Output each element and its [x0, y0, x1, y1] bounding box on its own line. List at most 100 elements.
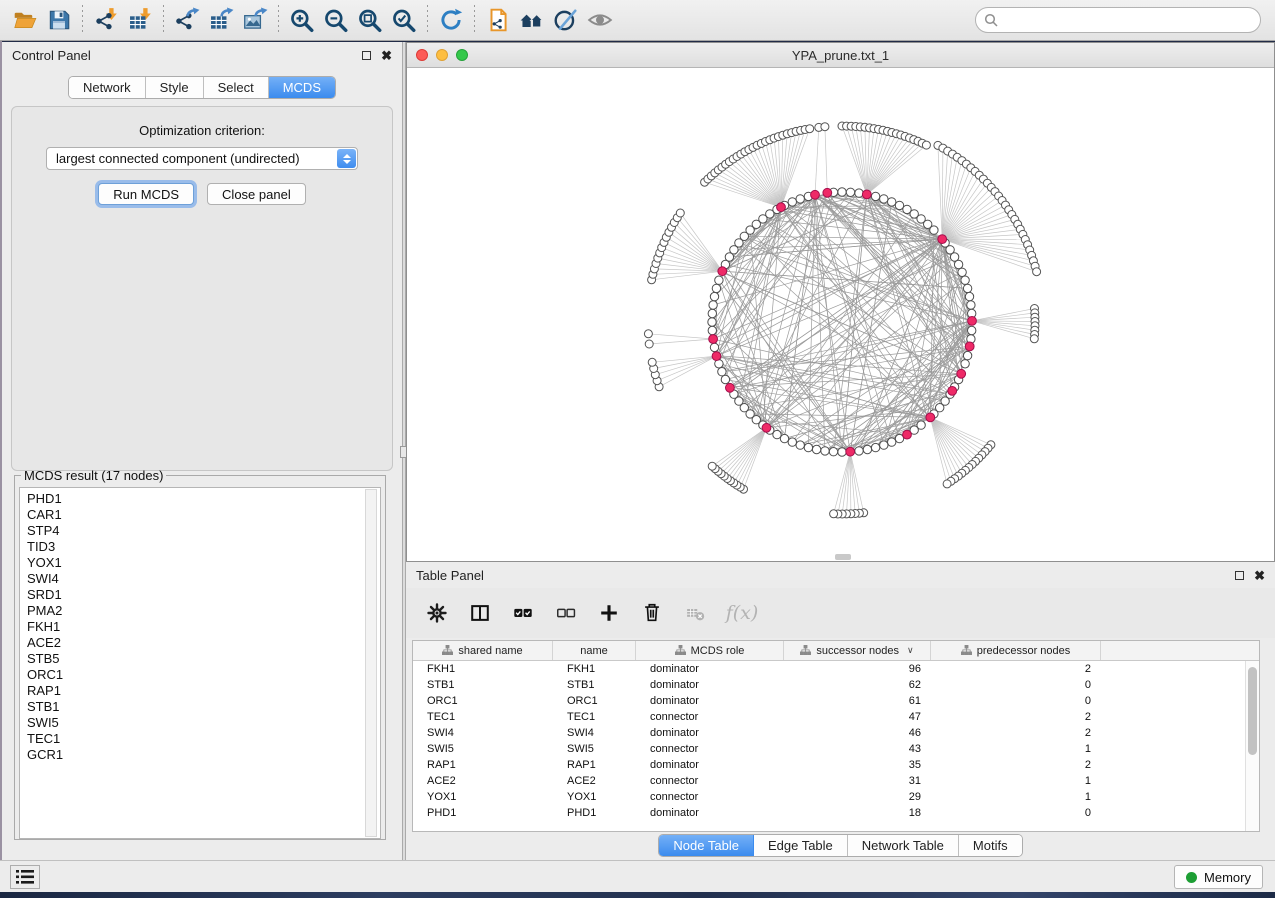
table-row[interactable]: SWI4SWI4dominator462: [413, 725, 1259, 741]
table-cell: dominator: [636, 661, 784, 677]
table-cell: SWI4: [413, 725, 553, 741]
memory-button[interactable]: Memory: [1174, 865, 1263, 889]
result-node[interactable]: TEC1: [27, 731, 380, 747]
fx-button[interactable]: f(x): [725, 600, 759, 626]
table-row[interactable]: FKH1FKH1dominator962: [413, 661, 1259, 677]
main-toolbar: [0, 0, 1275, 41]
result-list-scrollbar[interactable]: [365, 489, 377, 837]
column-header-predecessor-nodes[interactable]: predecessor nodes: [931, 641, 1101, 660]
result-node[interactable]: PHD1: [27, 491, 380, 507]
criterion-select[interactable]: largest connected component (undirected): [46, 147, 358, 170]
open-file-button[interactable]: [8, 3, 42, 37]
ring-node: [796, 441, 804, 449]
eye-button[interactable]: [583, 3, 617, 37]
network-document-button[interactable]: [481, 3, 515, 37]
close-panel-icon[interactable]: ✖: [381, 49, 392, 62]
tab-style[interactable]: Style: [146, 77, 204, 98]
add-row-button[interactable]: [596, 600, 622, 626]
table-cell: 2: [931, 709, 1101, 725]
tab-node-table[interactable]: Node Table: [659, 835, 754, 856]
export-table-button[interactable]: [204, 3, 238, 37]
zoom-selected-button[interactable]: [387, 3, 421, 37]
mcds-result-list[interactable]: PHD1CAR1STP4TID3YOX1SWI4SRD1PMA2FKH1ACE2…: [19, 487, 381, 839]
network-window-titlebar[interactable]: YPA_prune.txt_1: [407, 43, 1274, 68]
tab-network[interactable]: Network: [69, 77, 146, 98]
table-row[interactable]: PHD1PHD1dominator180: [413, 805, 1259, 821]
export-image-button[interactable]: [238, 3, 272, 37]
close-table-panel-icon[interactable]: ✖: [1254, 569, 1265, 582]
fan-node: [943, 480, 951, 488]
result-node[interactable]: SWI5: [27, 715, 380, 731]
ring-node: [968, 326, 976, 334]
column-header-MCDS-role[interactable]: MCDS role: [636, 641, 784, 660]
result-node[interactable]: GCR1: [27, 747, 380, 763]
ring-node: [961, 360, 969, 368]
split-view-button[interactable]: [467, 600, 493, 626]
result-node[interactable]: TID3: [27, 539, 380, 555]
result-node[interactable]: RAP1: [27, 683, 380, 699]
float-table-panel-icon[interactable]: [1235, 571, 1244, 580]
mcds-hub-node: [965, 342, 974, 351]
vizmap-button[interactable]: [549, 3, 583, 37]
table-cell: 0: [931, 693, 1101, 709]
result-node[interactable]: SWI4: [27, 571, 380, 587]
result-node[interactable]: SRD1: [27, 587, 380, 603]
float-panel-icon[interactable]: [362, 51, 371, 60]
table-cell: 29: [784, 789, 931, 805]
result-node[interactable]: CAR1: [27, 507, 380, 523]
column-header-name[interactable]: name: [553, 641, 636, 660]
table-row[interactable]: ACE2ACE2connector311: [413, 773, 1259, 789]
result-node[interactable]: PMA2: [27, 603, 380, 619]
table-scrollbar[interactable]: [1245, 661, 1259, 831]
deselect-all-button[interactable]: [553, 600, 579, 626]
home-button[interactable]: [515, 3, 549, 37]
ring-node: [838, 448, 846, 456]
table-row[interactable]: RAP1RAP1dominator352: [413, 757, 1259, 773]
save-button[interactable]: [42, 3, 76, 37]
run-mcds-button[interactable]: Run MCDS: [98, 183, 194, 205]
result-node[interactable]: STB1: [27, 699, 380, 715]
result-node[interactable]: YOX1: [27, 555, 380, 571]
tab-edge-table[interactable]: Edge Table: [754, 835, 848, 856]
search-input[interactable]: [975, 7, 1261, 33]
close-panel-button[interactable]: Close panel: [207, 183, 306, 205]
ring-node: [718, 368, 726, 376]
table-row[interactable]: YOX1YOX1connector291: [413, 789, 1259, 805]
delete-table-button[interactable]: [682, 600, 708, 626]
settings-button[interactable]: [424, 600, 450, 626]
toolbar-separator: [278, 5, 279, 35]
delete-row-button[interactable]: [639, 600, 665, 626]
table-row[interactable]: ORC1ORC1dominator610: [413, 693, 1259, 709]
tab-network-table[interactable]: Network Table: [848, 835, 959, 856]
tab-mcds[interactable]: MCDS: [269, 77, 335, 98]
zoom-in-button[interactable]: [285, 3, 319, 37]
tab-select[interactable]: Select: [204, 77, 269, 98]
export-network-button[interactable]: [170, 3, 204, 37]
task-history-button[interactable]: [10, 865, 40, 889]
column-header-successor-nodes[interactable]: successor nodes∨: [784, 641, 931, 660]
refresh-button[interactable]: [434, 3, 468, 37]
result-node[interactable]: STB5: [27, 651, 380, 667]
fan-node: [648, 358, 656, 366]
network-canvas[interactable]: [407, 68, 1274, 561]
select-all-button[interactable]: [510, 600, 536, 626]
toolbar-separator: [474, 5, 475, 35]
zoom-out-button[interactable]: [319, 3, 353, 37]
tab-motifs[interactable]: Motifs: [959, 835, 1022, 856]
import-network-button[interactable]: [89, 3, 123, 37]
column-header-shared-name[interactable]: shared name: [413, 641, 553, 660]
result-node[interactable]: ORC1: [27, 667, 380, 683]
import-table-button[interactable]: [123, 3, 157, 37]
table-row[interactable]: STB1STB1dominator620: [413, 677, 1259, 693]
control-panel-tabs: NetworkStyleSelectMCDS: [68, 76, 336, 99]
network-hscrollbar[interactable]: [835, 554, 851, 560]
network-graph[interactable]: [407, 68, 1274, 561]
table-row[interactable]: TEC1TEC1connector472: [413, 709, 1259, 725]
zoom-fit-button[interactable]: [353, 3, 387, 37]
result-node[interactable]: FKH1: [27, 619, 380, 635]
control-panel-titlebar: Control Panel ✖: [2, 42, 402, 68]
table-scrollbar-thumb[interactable]: [1248, 667, 1257, 755]
result-node[interactable]: ACE2: [27, 635, 380, 651]
table-row[interactable]: SWI5SWI5connector431: [413, 741, 1259, 757]
result-node[interactable]: STP4: [27, 523, 380, 539]
